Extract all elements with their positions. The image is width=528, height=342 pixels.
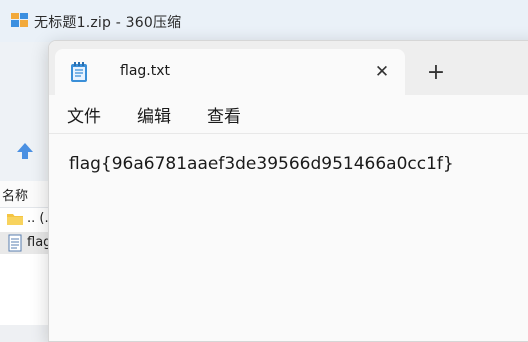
menu-bar: 文件 编辑 查看 (49, 95, 528, 134)
document-text[interactable]: flag{96a6781aaef3de39566d951466a0cc1f} (69, 154, 454, 174)
notepad-window: flag.txt ✕ + 文件 编辑 查看 flag{96a6781aaef3d… (48, 40, 528, 342)
tab-title: flag.txt (120, 63, 170, 79)
tab-strip: flag.txt ✕ + (49, 41, 528, 95)
up-arrow-icon[interactable] (14, 140, 36, 162)
menu-file[interactable]: 文件 (67, 102, 101, 127)
menu-edit[interactable]: 编辑 (137, 102, 171, 127)
text-editor[interactable]: flag{96a6781aaef3de39566d951466a0cc1f} (49, 134, 528, 341)
folder-icon (7, 214, 23, 225)
new-tab-button[interactable]: + (425, 62, 447, 85)
menu-view[interactable]: 查看 (207, 102, 241, 127)
archive-app-icon (11, 13, 28, 27)
archive-window-title: 无标题1.zip - 360压缩 (34, 15, 182, 31)
tab-flag-txt[interactable]: flag.txt ✕ (55, 49, 405, 95)
notepad-icon (71, 62, 87, 82)
name-column-header[interactable]: 名称 (2, 185, 28, 204)
text-file-icon (8, 234, 22, 252)
close-tab-button[interactable]: ✕ (373, 63, 391, 81)
archive-titlebar: 无标题1.zip - 360压缩 (0, 0, 528, 42)
